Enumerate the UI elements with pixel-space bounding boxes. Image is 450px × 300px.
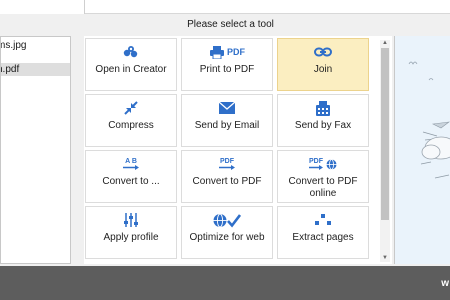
tool-open-in-creator[interactable]: Open in Creator: [85, 38, 177, 91]
extract-pages-icon: [278, 212, 368, 228]
convert-pdf-online-icon: PDF: [278, 156, 368, 172]
top-strip-left-section: [0, 0, 85, 14]
scroll-up-arrow-icon[interactable]: ▲: [381, 40, 389, 47]
file-list[interactable]: ms.jpg n.pdf: [0, 36, 71, 264]
bottom-bar-text: w: [441, 278, 450, 289]
tool-optimize-for-web[interactable]: Optimize for web: [181, 206, 273, 259]
scroll-thumb[interactable]: [381, 48, 389, 220]
file-list-item[interactable]: ms.jpg: [1, 39, 70, 52]
bottom-bar: w: [0, 266, 450, 300]
file-name: n.pdf: [1, 64, 20, 75]
tool-label: Optimize for web: [189, 232, 265, 243]
globe-check-icon: [182, 212, 272, 228]
file-name: ms.jpg: [1, 40, 27, 51]
tool-label: Convert to PDF online: [288, 176, 358, 199]
tool-compress[interactable]: Compress: [85, 94, 177, 147]
tool-extract-pages[interactable]: Extract pages: [277, 206, 369, 259]
tool-send-by-fax[interactable]: Send by Fax: [277, 94, 369, 147]
open-in-creator-icon: [86, 44, 176, 60]
tool-convert-to[interactable]: A B Convert to ...: [85, 150, 177, 203]
printer-pdf-icon: PDF: [182, 44, 272, 60]
tool-label: Join: [313, 64, 333, 75]
tool-label: Convert to PDF: [192, 176, 262, 187]
scroll-down-arrow-icon[interactable]: ▼: [381, 255, 389, 262]
tool-label: Apply profile: [103, 232, 159, 243]
tool-join[interactable]: Join: [277, 38, 369, 91]
tool-print-to-pdf[interactable]: PDF Print to PDF: [181, 38, 273, 91]
chain-link-icon: [278, 44, 368, 60]
convert-pdf-icon: PDF: [182, 156, 272, 172]
tool-label: Compress: [108, 120, 154, 131]
tool-label: Send by Fax: [294, 120, 352, 131]
tool-convert-to-pdf[interactable]: PDF Convert to PDF: [181, 150, 273, 203]
fax-icon: [278, 100, 368, 116]
globe-icon: [326, 158, 337, 170]
file-list-item-selected[interactable]: n.pdf: [1, 63, 70, 76]
tool-label: Open in Creator: [95, 64, 167, 75]
tool-grid: Open in Creator PDF Print to PDF Join Co…: [84, 36, 392, 264]
compress-arrows-icon: [86, 100, 176, 116]
tool-label: Convert to ...: [102, 176, 160, 187]
select-tool-prompt: Please select a tool: [187, 19, 274, 30]
tool-convert-to-pdf-online[interactable]: PDF Convert to PDF online: [277, 150, 369, 203]
tool-apply-profile[interactable]: Apply profile: [85, 206, 177, 259]
tool-grid-scrollbar[interactable]: ▲ ▼: [380, 40, 390, 262]
preview-illustration: [395, 36, 450, 264]
window-top-strip: [0, 0, 450, 14]
envelope-icon: [182, 100, 272, 116]
convert-ab-icon: A B: [86, 156, 176, 172]
tool-label: Extract pages: [292, 232, 354, 243]
tool-label: Send by Email: [194, 120, 260, 131]
tool-send-by-email[interactable]: Send by Email: [181, 94, 273, 147]
preview-pane: [394, 36, 450, 264]
sliders-icon: [86, 212, 176, 228]
tool-label: Print to PDF: [199, 64, 255, 75]
